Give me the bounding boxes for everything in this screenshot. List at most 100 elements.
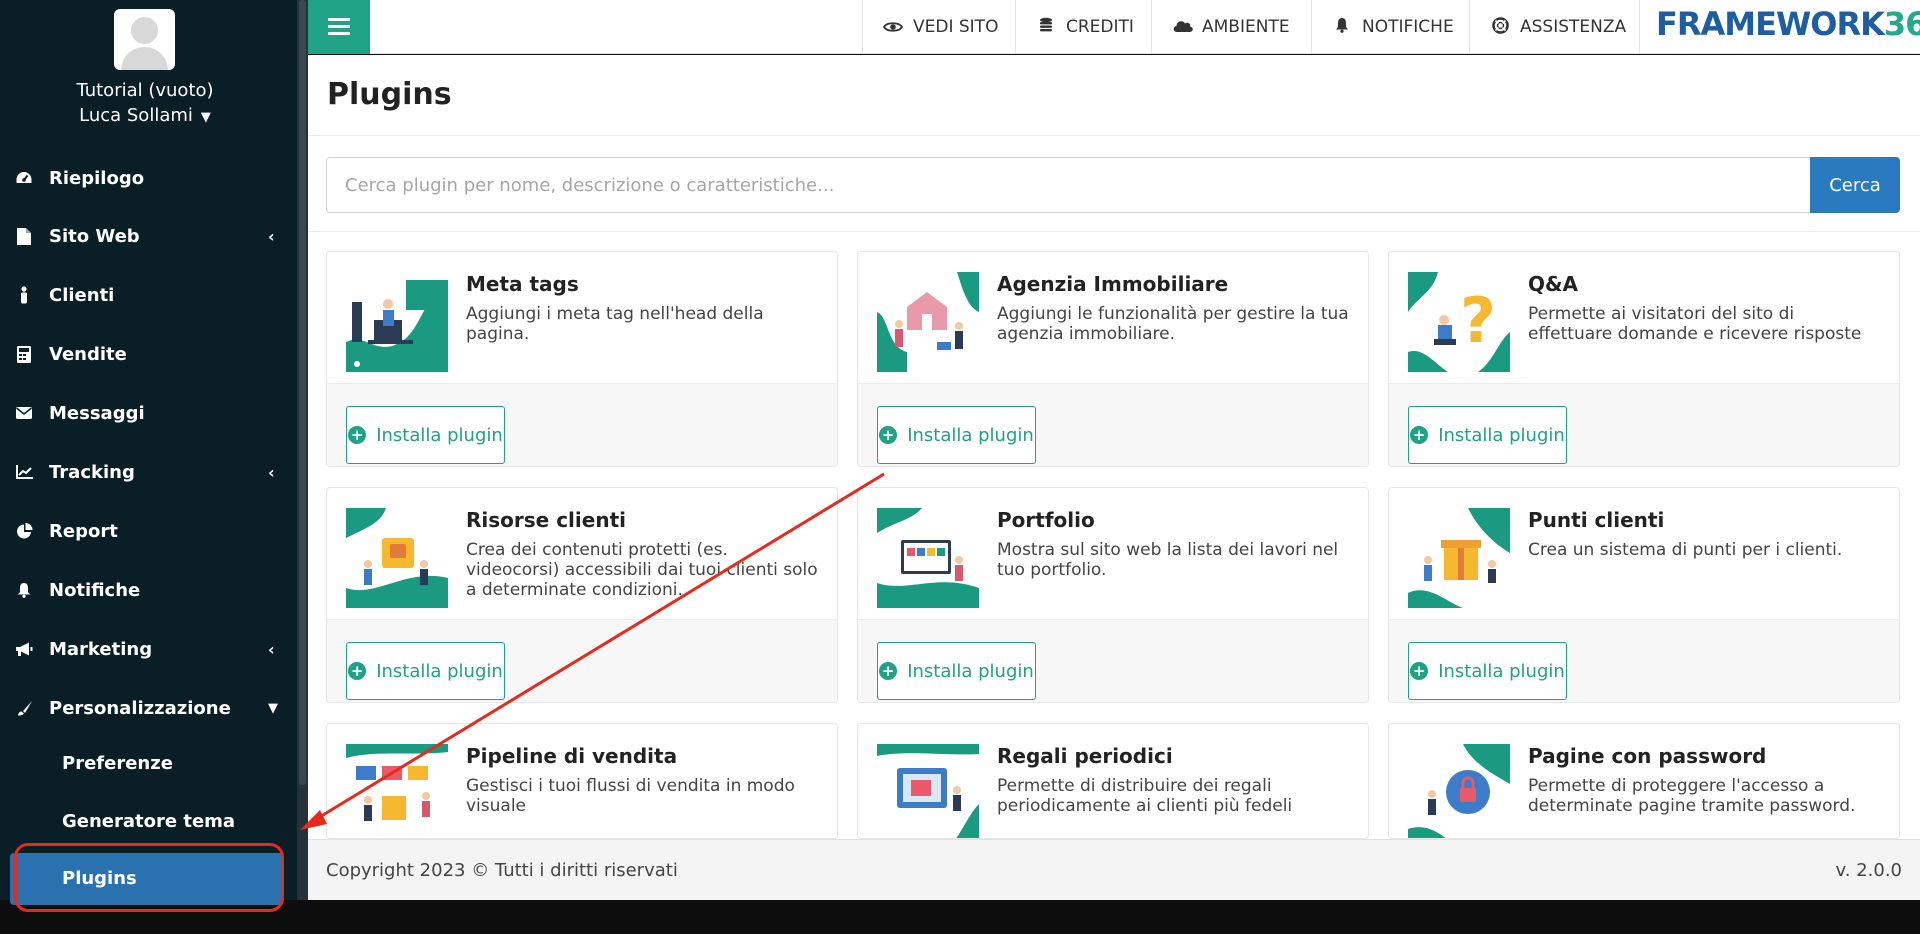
install-button-label: Installa plugin: [1438, 424, 1565, 446]
user-menu[interactable]: Luca Sollami ▼: [0, 105, 290, 126]
eye-icon: [882, 18, 904, 37]
sidebar-subitem-label: Generatore tema: [62, 810, 236, 832]
menu-toggle-button[interactable]: [308, 0, 370, 54]
install-button-label: Installa plugin: [907, 424, 1034, 446]
brand-number: 360: [1883, 5, 1920, 43]
topnav-label: AMBIENTE: [1202, 17, 1290, 37]
plugin-description: Crea dei contenuti protetti (es. videoco…: [466, 540, 818, 600]
brand-text: FRAMEWORK: [1656, 5, 1885, 43]
install-plugin-button[interactable]: + Installa plugin: [346, 406, 505, 464]
sidebar-item-label: Sito Web: [49, 225, 140, 247]
bell-icon: [15, 581, 33, 599]
avatar-body: [121, 47, 168, 70]
plugin-title: Agenzia Immobiliare: [997, 272, 1229, 296]
plugin-search-bar: Cerca: [326, 157, 1900, 213]
plugin-card-meta-tags: Meta tags Aggiungi i meta tag nell'head …: [326, 251, 838, 467]
topnav-ambiente[interactable]: AMBIENTE: [1151, 0, 1311, 54]
plugin-description: Permette ai visitatori del sito di effet…: [1528, 304, 1862, 344]
version-text: v. 2.0.0: [1835, 860, 1903, 881]
person-icon: [15, 286, 33, 304]
sidebar-scrollbar-thumb[interactable]: [299, 0, 306, 785]
lifebuoy-icon: [1490, 16, 1510, 38]
coins-icon: [1036, 17, 1056, 37]
user-name-label: Luca Sollami: [79, 105, 193, 126]
plugin-title: Q&A: [1528, 272, 1578, 296]
chevron-left-icon: ‹: [268, 226, 275, 246]
topnav-crediti[interactable]: CREDITI: [1015, 0, 1151, 54]
sidebar-item-label: Clienti: [49, 284, 115, 306]
card-footer: + Installa plugin: [858, 619, 1368, 702]
plugin-title: Punti clienti: [1528, 508, 1665, 532]
install-plugin-button[interactable]: + Installa plugin: [877, 406, 1036, 464]
sidebar-item-sito-web[interactable]: Sito Web ‹: [0, 214, 290, 258]
chevron-down-icon: ▼: [200, 110, 211, 125]
calculator-icon: [15, 345, 33, 363]
hamburger-icon: [328, 18, 350, 36]
chevron-down-icon: ▼: [268, 700, 278, 716]
install-button-label: Installa plugin: [907, 660, 1034, 682]
sidebar-item-riepilogo[interactable]: Riepilogo: [0, 156, 290, 200]
install-plugin-button[interactable]: + Installa plugin: [877, 642, 1036, 700]
portfolio-illustration: [877, 508, 979, 608]
sidebar-item-label: Marketing: [49, 638, 153, 660]
install-plugin-button[interactable]: + Installa plugin: [1408, 642, 1567, 700]
sidebar-item-label: Vendite: [49, 343, 127, 365]
topnav-notifiche[interactable]: NOTIFICHE: [1311, 0, 1469, 54]
dashboard-icon: [15, 169, 33, 187]
install-button-label: Installa plugin: [376, 424, 503, 446]
question-answer-illustration: ?: [1408, 272, 1510, 372]
plugin-title: Meta tags: [466, 272, 579, 296]
search-button[interactable]: Cerca: [1810, 157, 1900, 213]
plugin-card-risorse-clienti: Risorse clienti Crea dei contenuti prote…: [326, 487, 838, 703]
sidebar-item-report[interactable]: Report: [0, 509, 290, 553]
sidebar-item-marketing[interactable]: Marketing ‹: [0, 627, 290, 671]
topnav-assistenza[interactable]: ASSISTENZA: [1469, 0, 1639, 54]
annotation-highlight-box: [14, 843, 284, 912]
plugin-title: Regali periodici: [997, 744, 1173, 768]
client-resources-illustration: [346, 508, 448, 608]
divider: [308, 135, 1920, 136]
sidebar-item-clienti[interactable]: Clienti: [0, 273, 290, 317]
plus-circle-icon: +: [348, 426, 367, 444]
sidebar-item-notifiche[interactable]: Notifiche: [0, 568, 290, 612]
topbar: VEDI SITO CREDITI AMBIENTE NOTIFICHE ASS…: [308, 0, 1920, 54]
plugin-description: Mostra sul sito web la lista dei lavori …: [997, 540, 1339, 580]
sidebar-subitem-generatore-tema[interactable]: Generatore tema: [0, 799, 290, 843]
plugin-description: Crea un sistema di punti per i clienti.: [1528, 540, 1843, 560]
sidebar-subitem-label: Preferenze: [62, 752, 173, 774]
sidebar-item-label: Notifiche: [49, 579, 141, 601]
sidebar-item-personalizzazione[interactable]: Personalizzazione ▼: [0, 686, 290, 730]
plugin-card-agenzia-immobiliare: Agenzia Immobiliare Aggiungi le funziona…: [857, 251, 1369, 467]
sidebar-subitem-preferenze[interactable]: Preferenze: [0, 741, 290, 785]
sidebar-item-vendite[interactable]: Vendite: [0, 332, 290, 376]
plus-circle-icon: +: [1410, 662, 1429, 680]
divider: [308, 231, 1920, 232]
install-button-label: Installa plugin: [376, 660, 503, 682]
sidebar-item-messaggi[interactable]: Messaggi: [0, 391, 290, 435]
loyalty-points-illustration: [1408, 508, 1510, 608]
avatar-head: [131, 17, 158, 44]
plugin-card-qa: ? Q&A Permette ai visitatori del sito di…: [1388, 251, 1900, 467]
plugin-description: Gestisci i tuoi flussi di vendita in mod…: [466, 776, 795, 816]
plugin-card-pagine-password: Pagine con password Permette di protegge…: [1388, 723, 1900, 839]
card-footer: + Installa plugin: [858, 383, 1368, 466]
sidebar: Tutorial (vuoto) Luca Sollami ▼ Riepilogo…: [0, 0, 297, 912]
chart-icon: [15, 463, 33, 481]
megaphone-icon: [15, 640, 33, 658]
avatar[interactable]: [114, 9, 175, 70]
app-window: Tutorial (vuoto) Luca Sollami ▼ Riepilogo…: [0, 0, 1920, 912]
brand-logo[interactable]: FRAMEWORK360: [1656, 5, 1920, 43]
sidebar-item-label: Messaggi: [49, 402, 145, 424]
install-plugin-button[interactable]: + Installa plugin: [1408, 406, 1567, 464]
sidebar-item-label: Tracking: [49, 461, 135, 483]
topnav-divider: [1639, 0, 1640, 54]
plugin-title: Pagine con password: [1528, 744, 1767, 768]
plus-circle-icon: +: [1410, 426, 1429, 444]
sidebar-item-tracking[interactable]: Tracking ‹: [0, 450, 290, 494]
search-input[interactable]: [327, 158, 1810, 212]
topnav-label: ASSISTENZA: [1520, 17, 1627, 37]
chevron-left-icon: ‹: [268, 462, 275, 482]
install-plugin-button[interactable]: + Installa plugin: [346, 642, 505, 700]
topnav-vedi-sito[interactable]: VEDI SITO: [862, 0, 1015, 54]
card-footer: + Installa plugin: [327, 383, 837, 466]
